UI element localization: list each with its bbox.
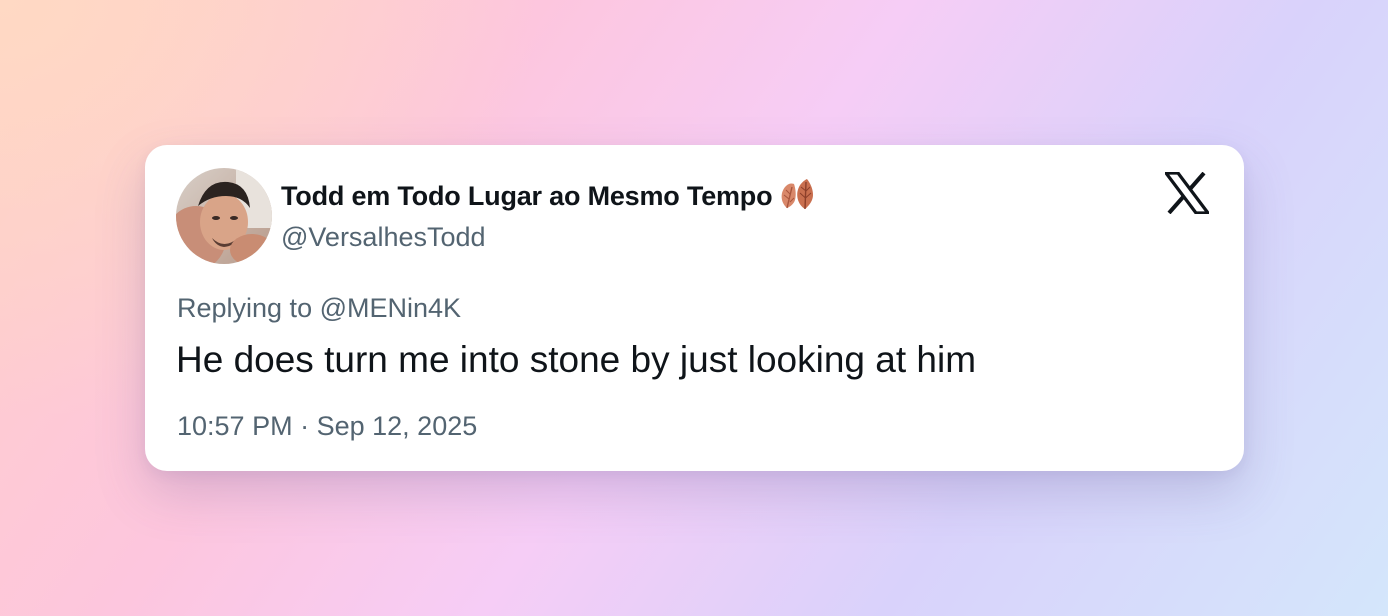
x-logo-icon[interactable]: [1162, 171, 1212, 215]
tweet-timestamp[interactable]: 10:57 PM · Sep 12, 2025: [177, 411, 477, 442]
timestamp-separator: ·: [300, 411, 310, 441]
display-name-text: Todd em Todo Lugar ao Mesmo Tempo: [281, 181, 773, 211]
leaf-emoji-icon: [778, 178, 816, 217]
tweet-card: Todd em Todo Lugar ao Mesmo Tempo @Versa…: [145, 145, 1244, 471]
tweet-date: Sep 12, 2025: [316, 411, 478, 441]
tweet-time: 10:57 PM: [177, 411, 293, 441]
user-handle[interactable]: @VersalhesTodd: [281, 222, 486, 253]
avatar[interactable]: [176, 168, 272, 264]
tweet-text: He does turn me into stone by just looki…: [176, 339, 977, 380]
replying-to-label: Replying to: [177, 293, 313, 323]
reply-mention-link[interactable]: @MENin4K: [320, 293, 461, 323]
display-name[interactable]: Todd em Todo Lugar ao Mesmo Tempo: [281, 178, 816, 217]
replying-to: Replying to @MENin4K: [177, 293, 461, 324]
